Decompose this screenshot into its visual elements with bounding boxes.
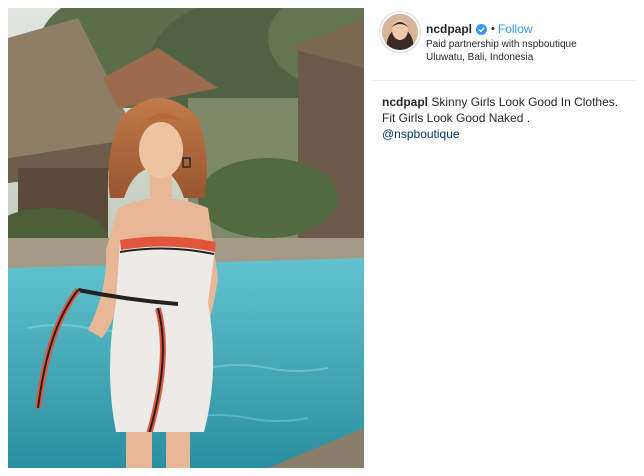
post-caption: ncdpapl Skinny Girls Look Good In Clothe… [382,94,628,142]
verified-badge-icon [476,23,488,35]
post-sidebar: ncdpapl • Follow Paid partnership with n… [372,8,636,468]
location-link[interactable]: Uluwatu, Bali, Indonesia [426,52,533,63]
post-header: ncdpapl • Follow Paid partnership with n… [372,8,636,81]
caption-username[interactable]: ncdpapl [382,95,428,109]
caption-mention[interactable]: @nspboutique [382,126,628,142]
instagram-post: ncdpapl • Follow Paid partnership with n… [0,0,644,476]
avatar[interactable] [382,14,418,50]
post-photo[interactable] [8,8,364,468]
paid-partnership-label[interactable]: Paid partnership with nspboutique [426,39,577,50]
separator-dot: • [491,23,495,35]
user-row: ncdpapl • Follow [426,21,533,37]
post-image [8,8,364,468]
follow-button[interactable]: Follow [498,22,533,36]
username[interactable]: ncdpapl [426,22,472,36]
avatar-image [382,14,418,50]
